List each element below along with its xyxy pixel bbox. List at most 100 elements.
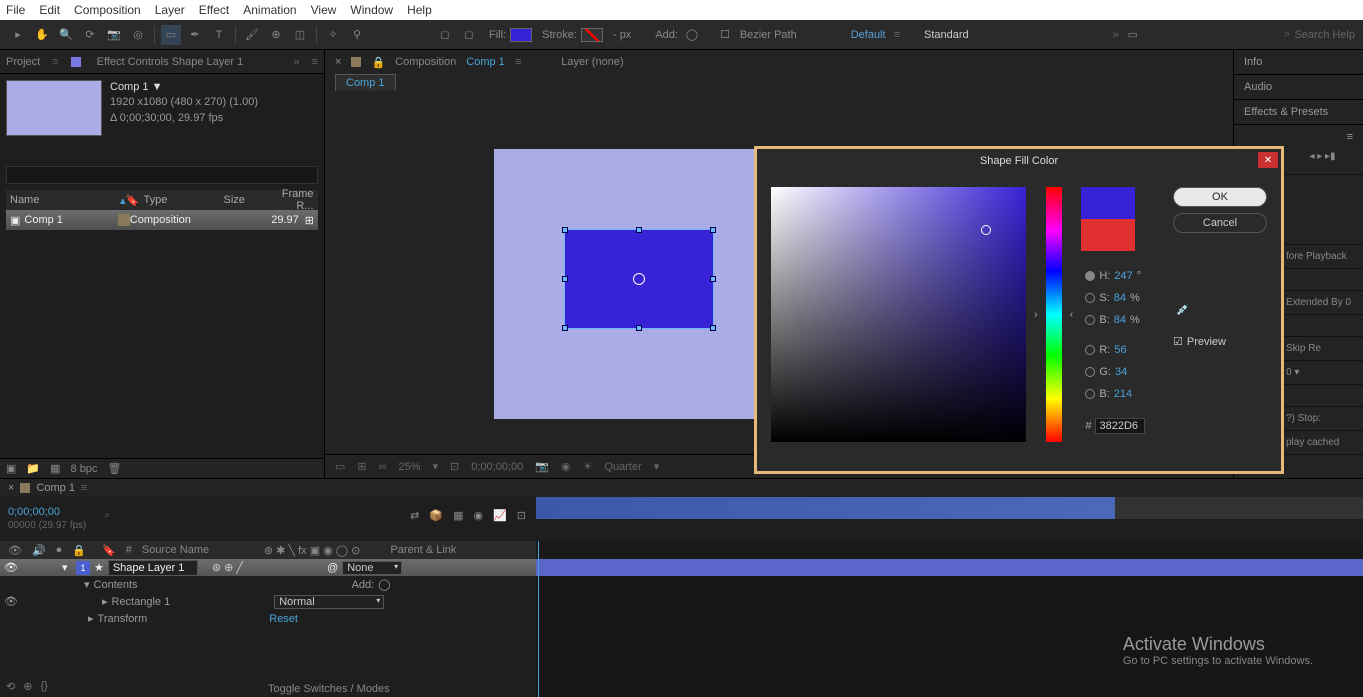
panel-overflow-icon[interactable]: » [293,56,299,68]
color-cursor[interactable] [981,225,991,235]
radio-bb[interactable] [1085,389,1095,399]
switch-row[interactable]: ⊛ ⊕ ╱ [212,561,243,574]
search-help[interactable]: ⌕ Search Help [1284,28,1355,41]
add-menu-icon[interactable]: ◯ [378,578,390,591]
timeline-tracks[interactable] [536,541,1363,697]
layer-duration-bar[interactable] [536,559,1363,576]
toolbar-icon[interactable]: ▭ [1123,25,1143,45]
item-tag[interactable] [118,214,130,226]
subtab-comp[interactable]: Comp 1 [335,74,396,91]
interpret-icon[interactable]: ▣ [6,462,16,475]
fill-swatch[interactable] [510,28,532,42]
contents-row[interactable]: ▾ Contents Add: ◯ [0,576,536,593]
eye-toggle[interactable]: 👁 [4,561,18,574]
lock-col-icon[interactable]: 🔒 [68,544,90,557]
grid-icon[interactable]: ⊞ [357,460,366,473]
handle[interactable] [710,276,716,282]
chevron-down-icon[interactable]: ▾ [654,460,660,473]
snap-icon[interactable]: ◻ [435,25,455,45]
radio-s[interactable] [1085,293,1095,303]
h-value[interactable]: 247 [1114,270,1132,282]
label-col-icon[interactable]: 🔖 [98,544,120,557]
new-comp-icon[interactable]: ▦ [50,462,60,475]
panel-info[interactable]: Info [1234,50,1363,75]
preview-checkbox[interactable]: ☑ [1173,335,1183,348]
source-col[interactable]: Source Name [138,544,248,556]
tl-footer-icon[interactable]: ⊕ [23,680,32,693]
shy-icon[interactable]: ⇄ [410,509,419,522]
blendmode-dd[interactable]: Normal [274,595,384,609]
ws-menu-icon[interactable]: ≡ [894,29,900,41]
cancel-button[interactable]: Cancel [1173,213,1267,233]
eraser-tool-icon[interactable]: ◫ [290,25,310,45]
selection-tool-icon[interactable]: ▸ [8,25,28,45]
graph-icon[interactable]: 📈 [493,509,507,522]
eye-toggle[interactable]: 👁 [4,595,18,608]
pen-tool-icon[interactable]: ✒ [185,25,205,45]
radio-h[interactable] [1085,271,1095,281]
radio-g[interactable] [1085,367,1095,377]
radio-r[interactable] [1085,345,1095,355]
handle[interactable] [636,325,642,331]
menu-effect[interactable]: Effect [199,3,229,17]
ok-button[interactable]: OK [1173,187,1267,207]
g-value[interactable]: 34 [1115,366,1127,378]
menu-composition[interactable]: Composition [74,3,141,17]
col-framerate[interactable]: Frame R... [264,188,314,212]
skip-dd[interactable]: 0 ▾ [1278,361,1363,385]
pickwhip-icon[interactable]: @ [327,562,338,574]
comp-name[interactable]: Comp 1 ▼ [110,80,258,95]
trash-icon[interactable]: 🗑 [107,462,121,475]
shape-rectangle[interactable] [564,229,714,329]
solo-col-icon[interactable]: ● [52,544,67,556]
panel-effects[interactable]: Effects & Presets [1234,100,1363,125]
3d-icon[interactable]: 📦 [429,509,443,522]
rect-row[interactable]: 👁 ▸ Rectangle 1 Normal [0,593,536,610]
reset-link[interactable]: Reset [269,613,298,625]
mask-icon[interactable]: ∞ [379,461,387,473]
motionblur-icon[interactable]: ◉ [473,509,483,522]
handle[interactable] [710,227,716,233]
panel-menu-icon[interactable]: ≡ [312,56,318,68]
tab-project[interactable]: Project [6,56,40,68]
color-field[interactable] [771,187,1026,442]
handle[interactable] [636,227,642,233]
search-icon[interactable]: ⌕ [104,509,110,522]
stroke-px[interactable]: - px [613,29,631,41]
old-color-swatch[interactable] [1081,219,1135,251]
bezier-chk[interactable]: ☐ [720,28,730,41]
overflow-icon[interactable]: » [1113,29,1119,41]
lock-icon[interactable]: 🔒 [371,56,385,69]
snap2-icon[interactable]: ◻ [459,25,479,45]
rect-tool-icon[interactable]: ▭ [161,25,181,45]
timeline-tab[interactable]: Comp 1 [36,482,75,494]
twirl-icon[interactable]: ▸ [102,595,108,608]
stroke-swatch[interactable] [581,28,603,42]
tl-footer-icon[interactable]: ⟲ [6,680,15,693]
toggle-switches[interactable]: Toggle Switches / Modes [268,683,390,695]
clone-tool-icon[interactable]: ⊕ [266,25,286,45]
eyedropper-icon[interactable]: 💉 [1173,299,1193,319]
b-value[interactable]: 84 [1114,314,1126,326]
timecode[interactable]: 0;00;00;00 [471,461,523,473]
folder-icon[interactable]: 📁 [26,462,40,475]
parent-dropdown[interactable]: None [342,561,402,575]
res-icon[interactable]: ⊡ [450,460,459,473]
menu-window[interactable]: Window [350,3,393,17]
current-time[interactable]: 0;00;00;00 [8,506,60,518]
zoom-value[interactable]: 25% [398,461,420,473]
close-tab-icon[interactable]: × [8,482,14,494]
channel-icon[interactable]: ◉ [561,460,571,473]
anchor-point-icon[interactable] [633,273,645,285]
bpc-label[interactable]: 8 bpc [71,463,98,475]
menu-file[interactable]: File [6,3,25,17]
transform-row[interactable]: ▸ Transform Reset [0,610,536,627]
panel-audio[interactable]: Audio [1234,75,1363,100]
eye-col-icon[interactable]: 👁 [4,544,26,557]
menu-view[interactable]: View [311,3,337,17]
type-tool-icon[interactable]: T [209,25,229,45]
twirl-icon[interactable]: ▾ [84,578,90,591]
project-search[interactable] [6,166,318,184]
resolution-dd[interactable]: Quarter [604,461,641,473]
handle[interactable] [562,227,568,233]
